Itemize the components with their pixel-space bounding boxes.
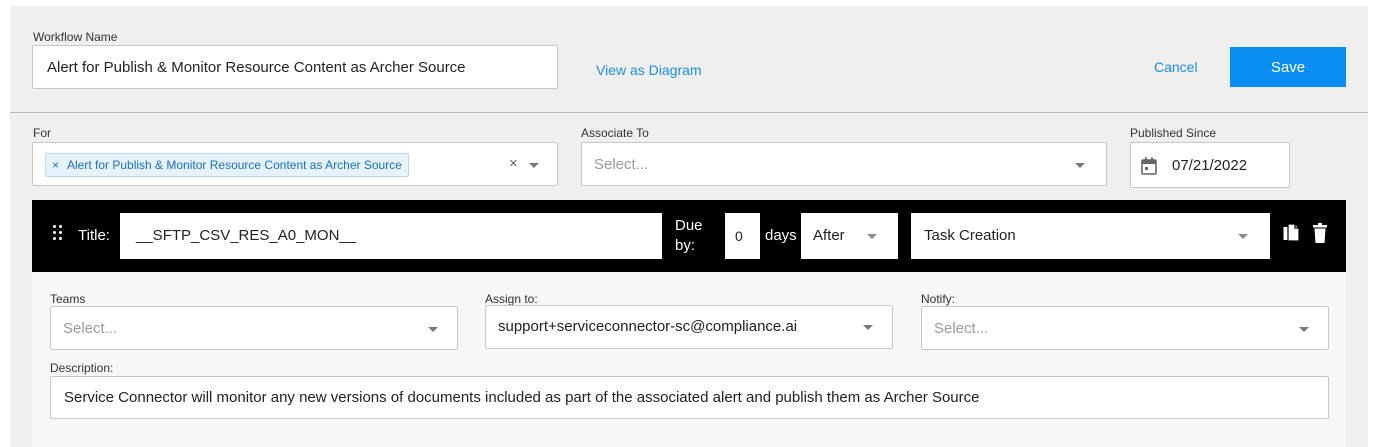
chevron-down-icon[interactable]	[428, 327, 438, 332]
calendar-icon[interactable]	[1141, 157, 1157, 175]
clear-icon[interactable]: ×	[509, 155, 518, 172]
published-since-input[interactable]: 07/21/2022	[1130, 142, 1290, 188]
workflow-name-input[interactable]: Alert for Publish & Monitor Resource Con…	[32, 45, 558, 89]
published-since-value: 07/21/2022	[1172, 157, 1248, 174]
due-event-select[interactable]: Task Creation	[911, 213, 1270, 259]
workflow-name-value: Alert for Publish & Monitor Resource Con…	[47, 59, 466, 76]
days-label: days	[765, 227, 797, 244]
task-header-bar: Title: __SFTP_CSV_RES_A0_MON__ Due by: 0…	[32, 200, 1346, 272]
description-label: Description:	[50, 361, 114, 375]
associate-to-select[interactable]: Select...	[581, 142, 1107, 186]
due-by-label-line1: Due	[675, 217, 703, 234]
for-label: For	[33, 126, 51, 140]
teams-placeholder: Select...	[63, 320, 118, 337]
due-relation-value: After	[813, 227, 845, 244]
chevron-down-icon[interactable]	[1299, 327, 1309, 332]
notify-label: Notify:	[921, 292, 956, 306]
task-title-label: Title:	[78, 227, 110, 244]
chevron-down-icon[interactable]	[867, 234, 877, 239]
description-value: Service Connector will monitor any new v…	[64, 389, 980, 406]
due-relation-select[interactable]: After	[801, 213, 898, 259]
chevron-down-icon[interactable]	[1075, 163, 1085, 168]
notify-select[interactable]: Select...	[921, 306, 1329, 350]
teams-label: Teams	[50, 292, 86, 306]
for-chip-label: Alert for Publish & Monitor Resource Con…	[67, 158, 402, 172]
due-days-value: 0	[735, 228, 743, 244]
for-chip[interactable]: × Alert for Publish & Monitor Resource C…	[45, 153, 409, 177]
view-as-diagram-link[interactable]: View as Diagram	[596, 62, 702, 78]
chip-remove-icon[interactable]: ×	[52, 158, 59, 172]
for-select[interactable]: × Alert for Publish & Monitor Resource C…	[32, 142, 558, 186]
assign-to-value: support+serviceconnector-sc@compliance.a…	[498, 318, 798, 335]
chevron-down-icon[interactable]	[529, 163, 539, 168]
assign-to-label: Assign to:	[485, 292, 538, 306]
copy-icon[interactable]	[1283, 224, 1299, 244]
cancel-button[interactable]: Cancel	[1154, 59, 1198, 75]
save-button[interactable]: Save	[1230, 47, 1346, 87]
task-details-panel	[32, 272, 1346, 447]
due-days-input[interactable]: 0	[725, 213, 760, 259]
notify-placeholder: Select...	[934, 320, 989, 337]
workflow-name-label: Workflow Name	[33, 30, 118, 44]
teams-select[interactable]: Select...	[50, 306, 458, 350]
trash-icon[interactable]	[1313, 223, 1327, 243]
associate-to-placeholder: Select...	[594, 156, 649, 173]
due-by-label-line2: by:	[675, 237, 696, 254]
due-event-value: Task Creation	[924, 227, 1016, 244]
task-title-input[interactable]: __SFTP_CSV_RES_A0_MON__	[120, 213, 662, 259]
associate-to-label: Associate To	[581, 126, 649, 140]
description-input[interactable]: Service Connector will monitor any new v…	[50, 376, 1329, 419]
published-since-label: Published Since	[1130, 126, 1217, 140]
chevron-down-icon[interactable]	[863, 325, 873, 330]
task-title-value: __SFTP_CSV_RES_A0_MON__	[136, 227, 357, 244]
chevron-down-icon[interactable]	[1238, 234, 1248, 239]
drag-handle-icon[interactable]	[53, 225, 63, 241]
assign-to-select[interactable]: support+serviceconnector-sc@compliance.a…	[485, 305, 893, 349]
